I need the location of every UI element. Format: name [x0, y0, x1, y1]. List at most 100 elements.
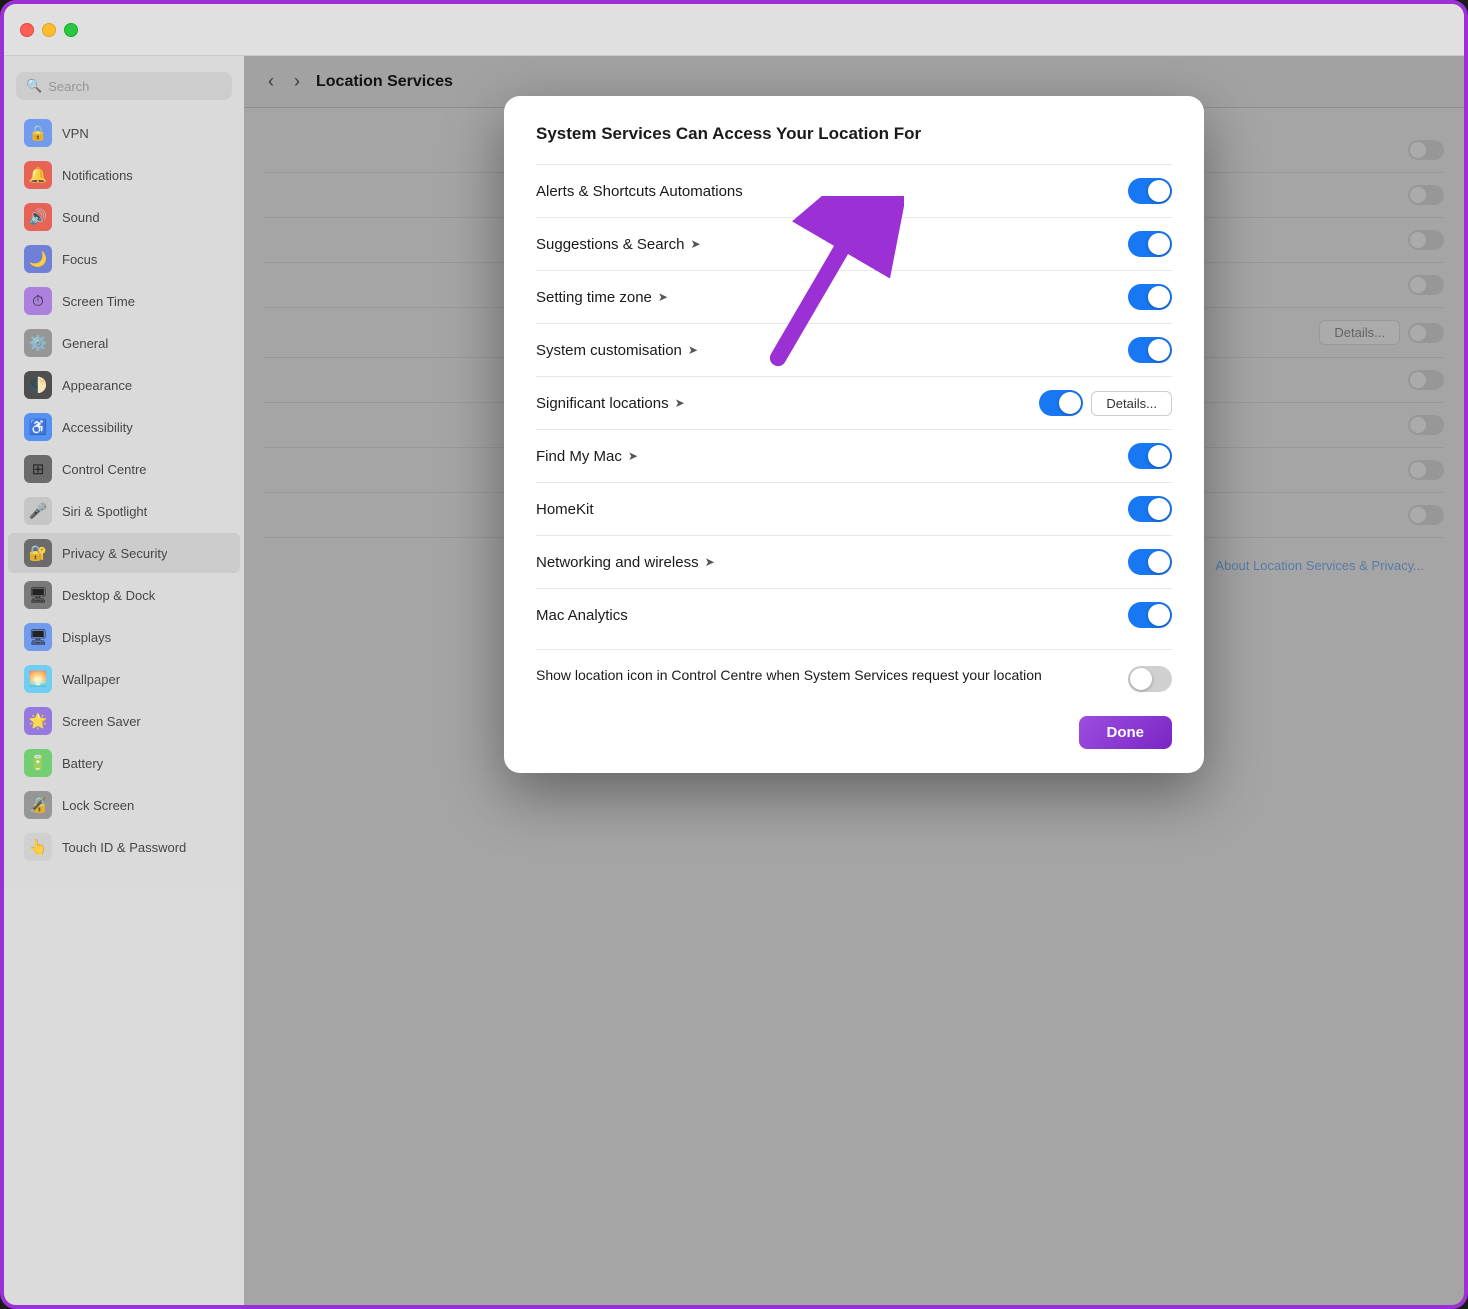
homekit-label: HomeKit [536, 501, 594, 518]
sidebar-item-screentime[interactable]: ⏱ Screen Time [8, 281, 240, 321]
desktop-icon: 🖥 [24, 581, 52, 609]
alerts-toggle[interactable] [1128, 178, 1172, 204]
done-row: Done [536, 716, 1172, 749]
general-icon: ⚙️ [24, 329, 52, 357]
sidebar-label-vpn: VPN [62, 126, 89, 141]
customisation-toggle[interactable] [1128, 337, 1172, 363]
content-area: 🔍 Search 🔒 VPN 🔔 Notifications 🔊 Sound 🌙… [4, 56, 1464, 1305]
maximize-button[interactable] [64, 23, 78, 37]
findmymac-location-icon: ➤ [628, 449, 638, 463]
modal-row-findmymac: Find My Mac ➤ [536, 429, 1172, 482]
sidebar-item-accessibility[interactable]: ♿ Accessibility [8, 407, 240, 447]
sidebar-item-notifications[interactable]: 🔔 Notifications [8, 155, 240, 195]
suggestions-text: Suggestions & Search [536, 236, 684, 253]
sidebar-label-privacy: Privacy & Security [62, 546, 167, 561]
networking-label: Networking and wireless ➤ [536, 554, 715, 571]
customisation-label: System customisation ➤ [536, 342, 698, 359]
findmymac-label: Find My Mac ➤ [536, 448, 638, 465]
modal-row-alerts: Alerts & Shortcuts Automations [536, 164, 1172, 217]
sidebar-label-desktop: Desktop & Dock [62, 588, 155, 603]
screensaver-icon: 🌟 [24, 707, 52, 735]
sidebar-item-control[interactable]: ⊞ Control Centre [8, 449, 240, 489]
touchid-icon: 👆 [24, 833, 52, 861]
traffic-lights [20, 23, 78, 37]
sidebar-label-screensaver: Screen Saver [62, 714, 141, 729]
locations-text: Significant locations [536, 395, 669, 412]
findmymac-text: Find My Mac [536, 448, 622, 465]
sidebar-label-screentime: Screen Time [62, 294, 135, 309]
sidebar-label-focus: Focus [62, 252, 97, 267]
sidebar-item-appearance[interactable]: 🌓 Appearance [8, 365, 240, 405]
locations-label: Significant locations ➤ [536, 395, 685, 412]
findmymac-toggle[interactable] [1128, 443, 1172, 469]
sidebar-label-control: Control Centre [62, 462, 147, 477]
networking-toggle[interactable] [1128, 549, 1172, 575]
modal-row-timezone: Setting time zone ➤ [536, 270, 1172, 323]
sidebar-label-touchid: Touch ID & Password [62, 840, 186, 855]
minimize-button[interactable] [42, 23, 56, 37]
timezone-label: Setting time zone ➤ [536, 289, 668, 306]
titlebar [4, 4, 1464, 56]
analytics-text: Mac Analytics [536, 607, 628, 624]
modal-row-analytics: Mac Analytics [536, 588, 1172, 641]
alerts-text: Alerts & Shortcuts Automations [536, 183, 743, 200]
customisation-location-icon: ➤ [688, 343, 698, 357]
main-panel: ‹ › Location Services Detai [244, 56, 1464, 1305]
suggestions-toggle[interactable] [1128, 231, 1172, 257]
sidebar-item-vpn[interactable]: 🔒 VPN [8, 113, 240, 153]
close-button[interactable] [20, 23, 34, 37]
main-window: 🔍 Search 🔒 VPN 🔔 Notifications 🔊 Sound 🌙… [4, 4, 1464, 1305]
sidebar-item-touchid[interactable]: 👆 Touch ID & Password [8, 827, 240, 867]
sidebar-label-accessibility: Accessibility [62, 420, 133, 435]
sidebar-item-sound[interactable]: 🔊 Sound [8, 197, 240, 237]
sidebar-label-notifications: Notifications [62, 168, 133, 183]
timezone-location-icon: ➤ [658, 290, 668, 304]
homekit-text: HomeKit [536, 501, 594, 518]
modal-row-suggestions: Suggestions & Search ➤ [536, 217, 1172, 270]
sidebar-item-siri[interactable]: 🎤 Siri & Spotlight [8, 491, 240, 531]
homekit-toggle[interactable] [1128, 496, 1172, 522]
search-box[interactable]: 🔍 Search [16, 72, 232, 100]
appearance-icon: 🌓 [24, 371, 52, 399]
sidebar-item-screensaver[interactable]: 🌟 Screen Saver [8, 701, 240, 741]
networking-location-icon: ➤ [705, 555, 715, 569]
done-button[interactable]: Done [1079, 716, 1173, 749]
sidebar: 🔍 Search 🔒 VPN 🔔 Notifications 🔊 Sound 🌙… [4, 56, 244, 1305]
timezone-toggle[interactable] [1128, 284, 1172, 310]
sidebar-item-focus[interactable]: 🌙 Focus [8, 239, 240, 279]
sidebar-item-displays[interactable]: 🖥 Displays [8, 617, 240, 657]
battery-icon: 🔋 [24, 749, 52, 777]
focus-icon: 🌙 [24, 245, 52, 273]
control-icon: ⊞ [24, 455, 52, 483]
modal-title: System Services Can Access Your Location… [536, 124, 1172, 144]
sidebar-item-lockscreen[interactable]: 🔏 Lock Screen [8, 785, 240, 825]
sidebar-label-lockscreen: Lock Screen [62, 798, 134, 813]
sidebar-item-desktop[interactable]: 🖥 Desktop & Dock [8, 575, 240, 615]
accessibility-icon: ♿ [24, 413, 52, 441]
show-location-toggle[interactable] [1128, 666, 1172, 692]
show-location-text: Show location icon in Control Centre whe… [536, 666, 1108, 686]
networking-text: Networking and wireless [536, 554, 699, 571]
modal-row-customisation: System customisation ➤ [536, 323, 1172, 376]
modal-row-homekit: HomeKit [536, 482, 1172, 535]
sidebar-item-battery[interactable]: 🔋 Battery [8, 743, 240, 783]
notifications-icon: 🔔 [24, 161, 52, 189]
sidebar-label-battery: Battery [62, 756, 103, 771]
sound-icon: 🔊 [24, 203, 52, 231]
modal-overlay: System Services Can Access Your Location… [244, 56, 1464, 1305]
locations-details-button[interactable]: Details... [1091, 391, 1172, 416]
sidebar-item-privacy[interactable]: 🔐 Privacy & Security [8, 533, 240, 573]
displays-icon: 🖥 [24, 623, 52, 651]
vpn-icon: 🔒 [24, 119, 52, 147]
modal-row-locations: Significant locations ➤ Details... [536, 376, 1172, 429]
search-placeholder: Search [48, 79, 89, 94]
sidebar-item-wallpaper[interactable]: 🌅 Wallpaper [8, 659, 240, 699]
privacy-icon: 🔐 [24, 539, 52, 567]
analytics-toggle[interactable] [1128, 602, 1172, 628]
alerts-label: Alerts & Shortcuts Automations [536, 183, 743, 200]
sidebar-label-wallpaper: Wallpaper [62, 672, 120, 687]
sidebar-label-sound: Sound [62, 210, 100, 225]
locations-toggle[interactable] [1039, 390, 1083, 416]
sidebar-item-general[interactable]: ⚙️ General [8, 323, 240, 363]
timezone-text: Setting time zone [536, 289, 652, 306]
